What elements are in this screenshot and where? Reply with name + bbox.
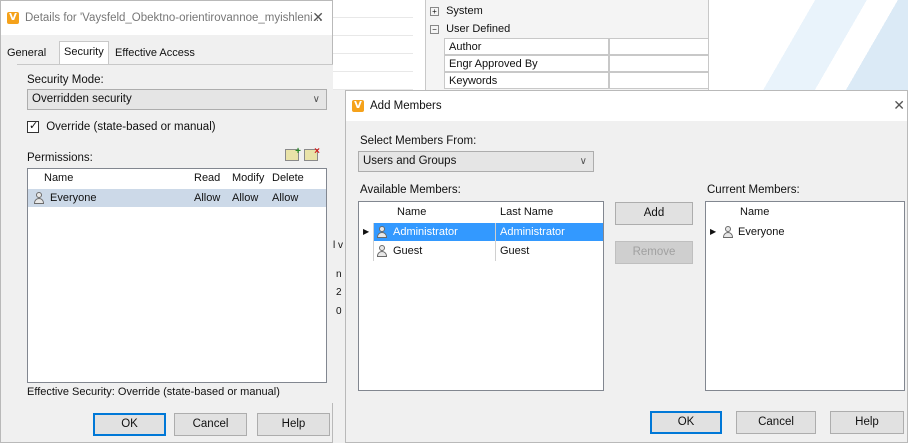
security-mode-value: Overridden security: [32, 93, 132, 105]
add-members-cancel-button[interactable]: Cancel: [736, 411, 816, 434]
partial-text-3: 2: [336, 287, 342, 298]
expand-plus-icon[interactable]: +: [430, 6, 439, 16]
vault-logo-icon: V: [7, 12, 19, 24]
property-panel: + System − User Defined Author Engr Appr…: [425, 0, 709, 90]
property-author[interactable]: Author: [444, 38, 609, 55]
tree-system[interactable]: + System: [430, 4, 483, 18]
user-icon: [376, 226, 388, 238]
user-icon: [376, 245, 388, 257]
row-name: Everyone: [738, 226, 785, 238]
close-icon[interactable]: ✕: [312, 10, 324, 26]
background-grid: [333, 0, 413, 90]
override-checkbox[interactable]: ✓: [27, 119, 39, 133]
add-members-ok-button[interactable]: OK: [650, 411, 722, 434]
tree-user-defined-label: User Defined: [446, 23, 511, 35]
row-last-name: Guest: [500, 245, 530, 257]
add-members-dialog: V Add Members ✕ Select Members From: Use…: [345, 90, 908, 443]
column-separator: [373, 223, 374, 261]
partial-text-1: l v: [333, 240, 343, 251]
property-engr-approved-by[interactable]: Engr Approved By: [444, 55, 609, 72]
add-members-titlebar[interactable]: V Add Members ✕: [346, 91, 907, 121]
remove-button[interactable]: Remove: [615, 241, 693, 264]
row-modify: Allow: [232, 192, 259, 204]
details-dialog: V Details for 'Vaysfeld_Obektno-orientir…: [0, 0, 333, 443]
user-icon: [33, 192, 45, 204]
select-from-dropdown[interactable]: Users and Groups ∨: [358, 151, 594, 172]
available-members-label: Available Members:: [360, 184, 461, 196]
partial-text-4: 0: [336, 306, 342, 317]
col-read-header[interactable]: Read: [194, 172, 220, 184]
details-cancel-button[interactable]: Cancel: [174, 413, 247, 436]
collapse-minus-icon[interactable]: −: [430, 24, 439, 34]
tab-security[interactable]: Security: [59, 41, 109, 65]
column-separator: [495, 223, 496, 261]
row-pointer-icon: ▶: [710, 227, 717, 236]
close-icon[interactable]: ✕: [893, 98, 905, 114]
tab-effective-access[interactable]: Effective Access: [111, 43, 199, 65]
chevron-down-icon: ∨: [579, 156, 587, 167]
tab-general[interactable]: General: [3, 43, 50, 65]
tree-system-label: System: [446, 5, 483, 17]
row-name: Guest: [393, 245, 423, 257]
security-mode-label: Security Mode:: [27, 74, 104, 86]
table-row[interactable]: Everyone Allow Allow Allow: [28, 189, 326, 207]
user-icon: [722, 226, 734, 238]
security-mode-select[interactable]: Overridden security ∨: [27, 89, 327, 110]
col-name-header[interactable]: Name: [397, 206, 426, 218]
row-pointer-icon: ▶: [363, 227, 370, 236]
property-keywords-value[interactable]: [609, 72, 709, 89]
partial-text-2: n: [336, 269, 342, 280]
vault-logo-icon: V: [352, 100, 364, 112]
table-row[interactable]: ▶ Everyone: [706, 223, 904, 241]
row-last-name: Administrator: [500, 226, 565, 238]
select-from-label: Select Members From:: [360, 135, 477, 147]
chevron-down-icon: ∨: [312, 94, 320, 105]
permissions-label: Permissions:: [27, 152, 93, 164]
override-label: Override (state-based or manual): [46, 121, 216, 133]
select-from-value: Users and Groups: [363, 155, 457, 167]
add-members-title: Add Members: [370, 100, 442, 112]
row-delete: Allow: [272, 192, 299, 204]
add-button[interactable]: Add: [615, 202, 693, 225]
effective-security-text: Effective Security: Override (state-base…: [27, 386, 280, 398]
add-permission-icon[interactable]: +: [285, 146, 301, 161]
security-panel: Security Mode: Overridden security ∨ ✓ O…: [17, 64, 333, 403]
col-last-name-header[interactable]: Last Name: [500, 206, 553, 218]
table-row[interactable]: ▶ Administrator Administrator: [359, 223, 603, 241]
remove-permission-icon[interactable]: ×: [304, 146, 320, 161]
available-members-list[interactable]: Name Last Name ▶ Administrator Administr…: [358, 201, 604, 391]
property-engr-approved-by-value[interactable]: [609, 55, 709, 72]
row-read: Allow: [194, 192, 221, 204]
add-members-help-button[interactable]: Help: [830, 411, 904, 434]
details-ok-button[interactable]: OK: [93, 413, 166, 436]
tree-user-defined[interactable]: − User Defined: [430, 22, 510, 36]
row-name: Administrator: [393, 226, 458, 238]
details-titlebar[interactable]: V Details for 'Vaysfeld_Obektno-orientir…: [1, 1, 332, 35]
details-help-button[interactable]: Help: [257, 413, 330, 436]
row-name: Everyone: [50, 192, 97, 204]
col-name-header[interactable]: Name: [44, 172, 73, 184]
table-row[interactable]: Guest Guest: [359, 242, 603, 260]
current-members-list[interactable]: Name ▶ Everyone: [705, 201, 905, 391]
background-decoration: [753, 0, 908, 90]
col-modify-header[interactable]: Modify: [232, 172, 264, 184]
col-delete-header[interactable]: Delete: [272, 172, 304, 184]
permissions-list[interactable]: Name Read Modify Delete Everyone Allow A…: [27, 168, 327, 383]
details-title: Details for 'Vaysfeld_Obektno-orientirov…: [25, 12, 323, 24]
checkmark-icon: ✓: [29, 119, 39, 132]
col-name-header[interactable]: Name: [740, 206, 769, 218]
property-author-value[interactable]: [609, 38, 709, 55]
property-keywords[interactable]: Keywords: [444, 72, 609, 89]
override-checkbox-row[interactable]: ✓ Override (state-based or manual): [27, 119, 216, 134]
current-members-label: Current Members:: [707, 184, 800, 196]
